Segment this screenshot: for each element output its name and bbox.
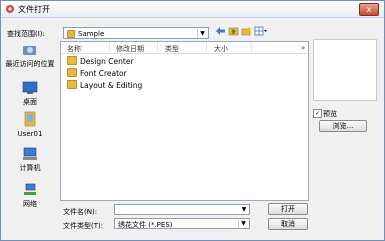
list-header: 名称 修改日期 类型 大小 » bbox=[61, 42, 308, 54]
app-icon bbox=[6, 5, 14, 13]
desktop-icon bbox=[22, 81, 38, 94]
recent-places-icon bbox=[23, 46, 36, 55]
open-button[interactable]: 打开 bbox=[268, 203, 308, 215]
preview-label: 预览 bbox=[323, 110, 337, 118]
back-icon[interactable] bbox=[215, 26, 226, 36]
place-label: 计算机 bbox=[19, 164, 41, 172]
place-network[interactable]: 网络 bbox=[5, 183, 55, 208]
place-label: User01 bbox=[17, 130, 43, 138]
places-bar: 最近访问的位置 桌面 User01 计算机 网络 bbox=[5, 43, 55, 213]
lookin-value: Sample bbox=[78, 30, 105, 38]
place-label: 桌面 bbox=[23, 98, 37, 106]
filename-label: 文件名(N): bbox=[63, 208, 98, 216]
column-modified[interactable]: 修改日期 bbox=[116, 44, 144, 54]
place-user[interactable]: User01 bbox=[5, 111, 55, 138]
list-item[interactable]: Font Creator bbox=[67, 68, 127, 78]
list-item-label: Font Creator bbox=[80, 69, 127, 78]
column-divider bbox=[251, 43, 252, 52]
place-label: 最近访问的位置 bbox=[5, 60, 55, 68]
preview-pane bbox=[313, 39, 377, 101]
filetype-combo[interactable]: 绣花文件 (*.PES) ▼ bbox=[114, 218, 250, 229]
column-divider bbox=[109, 43, 110, 52]
chevron-down-icon: ▼ bbox=[238, 220, 248, 228]
more-columns[interactable]: » bbox=[301, 44, 305, 52]
filetype-label: 文件类型(T): bbox=[63, 222, 104, 230]
column-divider bbox=[206, 43, 207, 52]
preview-checkbox[interactable]: ✓ bbox=[313, 109, 322, 118]
network-icon bbox=[24, 183, 36, 195]
list-item-label: Design Center bbox=[80, 57, 134, 66]
column-divider bbox=[157, 43, 158, 52]
up-folder-icon[interactable] bbox=[228, 26, 239, 36]
folder-icon bbox=[67, 68, 77, 77]
chevron-down-icon[interactable]: ▼ bbox=[239, 205, 249, 214]
list-item[interactable]: Layout & Editing bbox=[67, 80, 142, 90]
computer-icon bbox=[23, 147, 37, 160]
view-menu-icon[interactable] bbox=[254, 26, 268, 36]
column-type[interactable]: 类型 bbox=[165, 44, 179, 54]
column-size[interactable]: 大小 bbox=[214, 44, 228, 54]
window-title: 文件打开 bbox=[18, 5, 50, 14]
file-open-dialog: 文件打开 x 查找范围(I): Sample ▼ 最近访问的位置 桌面 User… bbox=[0, 0, 385, 241]
column-name[interactable]: 名称 bbox=[67, 44, 81, 54]
list-item[interactable]: Design Center bbox=[67, 56, 134, 66]
title-bar: 文件打开 x bbox=[1, 1, 384, 18]
place-computer[interactable]: 计算机 bbox=[5, 147, 55, 172]
lookin-combo[interactable]: Sample ▼ bbox=[63, 27, 209, 39]
place-label: 网络 bbox=[23, 200, 37, 208]
filename-input[interactable] bbox=[114, 204, 250, 215]
browse-button[interactable]: 浏览... bbox=[319, 120, 367, 132]
cancel-button[interactable]: 取消 bbox=[268, 218, 308, 230]
user-folder-icon bbox=[24, 111, 36, 127]
place-desktop[interactable]: 桌面 bbox=[5, 81, 55, 106]
folder-icon bbox=[67, 80, 77, 89]
lookin-label: 查找范围(I): bbox=[7, 30, 45, 38]
chevron-down-icon: ▼ bbox=[197, 29, 207, 38]
filetype-value: 绣花文件 (*.PES) bbox=[118, 221, 173, 229]
close-button[interactable]: x bbox=[359, 3, 379, 16]
place-recent[interactable]: 最近访问的位置 bbox=[5, 43, 55, 68]
folder-icon bbox=[67, 30, 75, 38]
list-item-label: Layout & Editing bbox=[80, 81, 143, 90]
new-folder-icon[interactable] bbox=[241, 26, 252, 36]
folder-icon bbox=[67, 56, 77, 65]
file-list[interactable]: 名称 修改日期 类型 大小 » Design Center Font Creat… bbox=[60, 41, 309, 201]
